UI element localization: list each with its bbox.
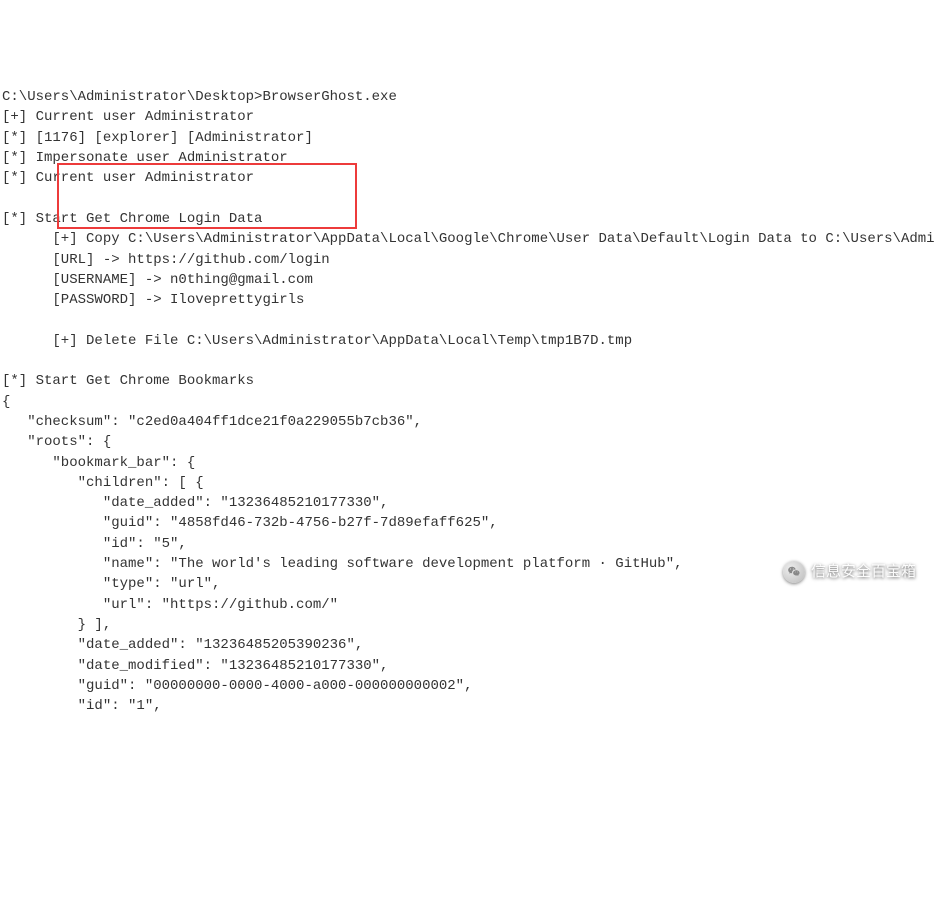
terminal-output: C:\Users\Administrator\Desktop>BrowserGh… <box>2 87 932 716</box>
terminal-line: "url": "https://github.com/" <box>2 595 932 615</box>
terminal-line: "id": "1", <box>2 696 932 716</box>
terminal-line: "date_added": "13236485205390236", <box>2 635 932 655</box>
terminal-line <box>2 310 932 330</box>
terminal-line: } ], <box>2 615 932 635</box>
terminal-line: [PASSWORD] -> Iloveprettygirls <box>2 290 932 310</box>
terminal-line: "id": "5", <box>2 534 932 554</box>
terminal-line <box>2 189 932 209</box>
terminal-line: "date_modified": "13236485210177330", <box>2 656 932 676</box>
terminal-line: "bookmark_bar": { <box>2 453 932 473</box>
terminal-line: [USERNAME] -> n0thing@gmail.com <box>2 270 932 290</box>
wechat-icon <box>783 561 805 583</box>
terminal-line: "roots": { <box>2 432 932 452</box>
terminal-line: "guid": "4858fd46-732b-4756-b27f-7d89efa… <box>2 513 932 533</box>
terminal-line: [+] Delete File C:\Users\Administrator\A… <box>2 331 932 351</box>
terminal-line <box>2 351 932 371</box>
terminal-line: { <box>2 392 932 412</box>
terminal-line: [*] Start Get Chrome Login Data <box>2 209 932 229</box>
terminal-line: "date_added": "13236485210177330", <box>2 493 932 513</box>
terminal-line: [+] Current user Administrator <box>2 107 932 127</box>
terminal-line: C:\Users\Administrator\Desktop>BrowserGh… <box>2 87 932 107</box>
terminal-line: "checksum": "c2ed0a404ff1dce21f0a229055b… <box>2 412 932 432</box>
watermark: 信息安全百宝箱 <box>783 561 916 583</box>
terminal-line: [URL] -> https://github.com/login <box>2 250 932 270</box>
terminal-line: [*] Current user Administrator <box>2 168 932 188</box>
terminal-line: [*] Impersonate user Administrator <box>2 148 932 168</box>
terminal-line: "guid": "00000000-0000-4000-a000-0000000… <box>2 676 932 696</box>
terminal-line: [+] Copy C:\Users\Administrator\AppData\… <box>2 229 932 249</box>
terminal-line: [*] [1176] [explorer] [Administrator] <box>2 128 932 148</box>
terminal-line: [*] Start Get Chrome Bookmarks <box>2 371 932 391</box>
terminal-line: "children": [ { <box>2 473 932 493</box>
watermark-text: 信息安全百宝箱 <box>811 561 916 583</box>
